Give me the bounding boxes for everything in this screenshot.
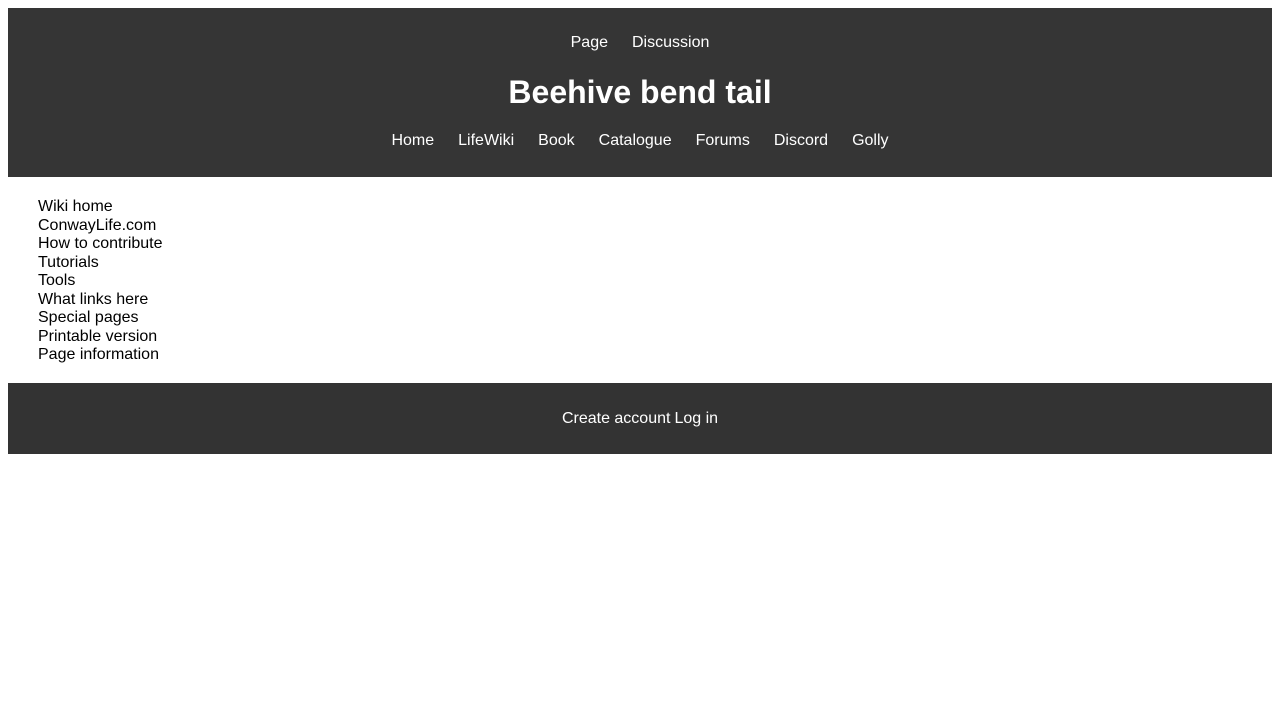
nav-golly-link[interactable]: Golly: [852, 132, 888, 150]
create-account-link[interactable]: Create account: [562, 410, 671, 428]
tab-discussion[interactable]: Discussion: [632, 34, 709, 52]
site-header: Page Discussion Beehive bend tail Home L…: [8, 8, 1272, 177]
page-title: Beehive bend tail: [508, 74, 772, 110]
sidebar-item-tools: Tools: [38, 272, 76, 289]
sidebar-item-page-information[interactable]: Page information: [38, 346, 163, 365]
sidebar-item-what-links-here[interactable]: What links here: [38, 291, 163, 310]
nav-lifewiki-link[interactable]: LifeWiki: [458, 132, 514, 150]
account-footer: Create account Log in: [8, 383, 1272, 454]
nav-forums-link[interactable]: Forums: [696, 132, 750, 150]
nav-catalogue-link[interactable]: Catalogue: [599, 132, 672, 150]
sidebar-item-conwaylife[interactable]: ConwayLife.com: [38, 217, 163, 236]
nav-discord-link[interactable]: Discord: [774, 132, 828, 150]
sidebar-item-special-pages[interactable]: Special pages: [38, 309, 163, 328]
sidebar-item-tutorials[interactable]: Tutorials: [38, 254, 163, 273]
nav-home-link[interactable]: Home: [391, 132, 434, 150]
sidebar-item-printable-version[interactable]: Printable version: [38, 328, 163, 347]
sidebar-item-wiki-home[interactable]: Wiki home: [38, 198, 163, 217]
main-navigation: Home LifeWiki Book Catalogue Forums Disc…: [8, 132, 1272, 150]
nav-book-link[interactable]: Book: [538, 132, 574, 150]
log-in-link[interactable]: Log in: [674, 410, 718, 428]
wiki-page: Page Discussion Beehive bend tail Home L…: [0, 0, 1280, 720]
sidebar-item-how-to-contribute[interactable]: How to contribute: [38, 235, 163, 254]
page-tabs: Page Discussion: [8, 34, 1272, 52]
sidebar-menu: Wiki home ConwayLife.com How to contribu…: [38, 198, 163, 365]
tab-page[interactable]: Page: [571, 34, 608, 52]
account-links: Create account Log in: [562, 410, 718, 428]
